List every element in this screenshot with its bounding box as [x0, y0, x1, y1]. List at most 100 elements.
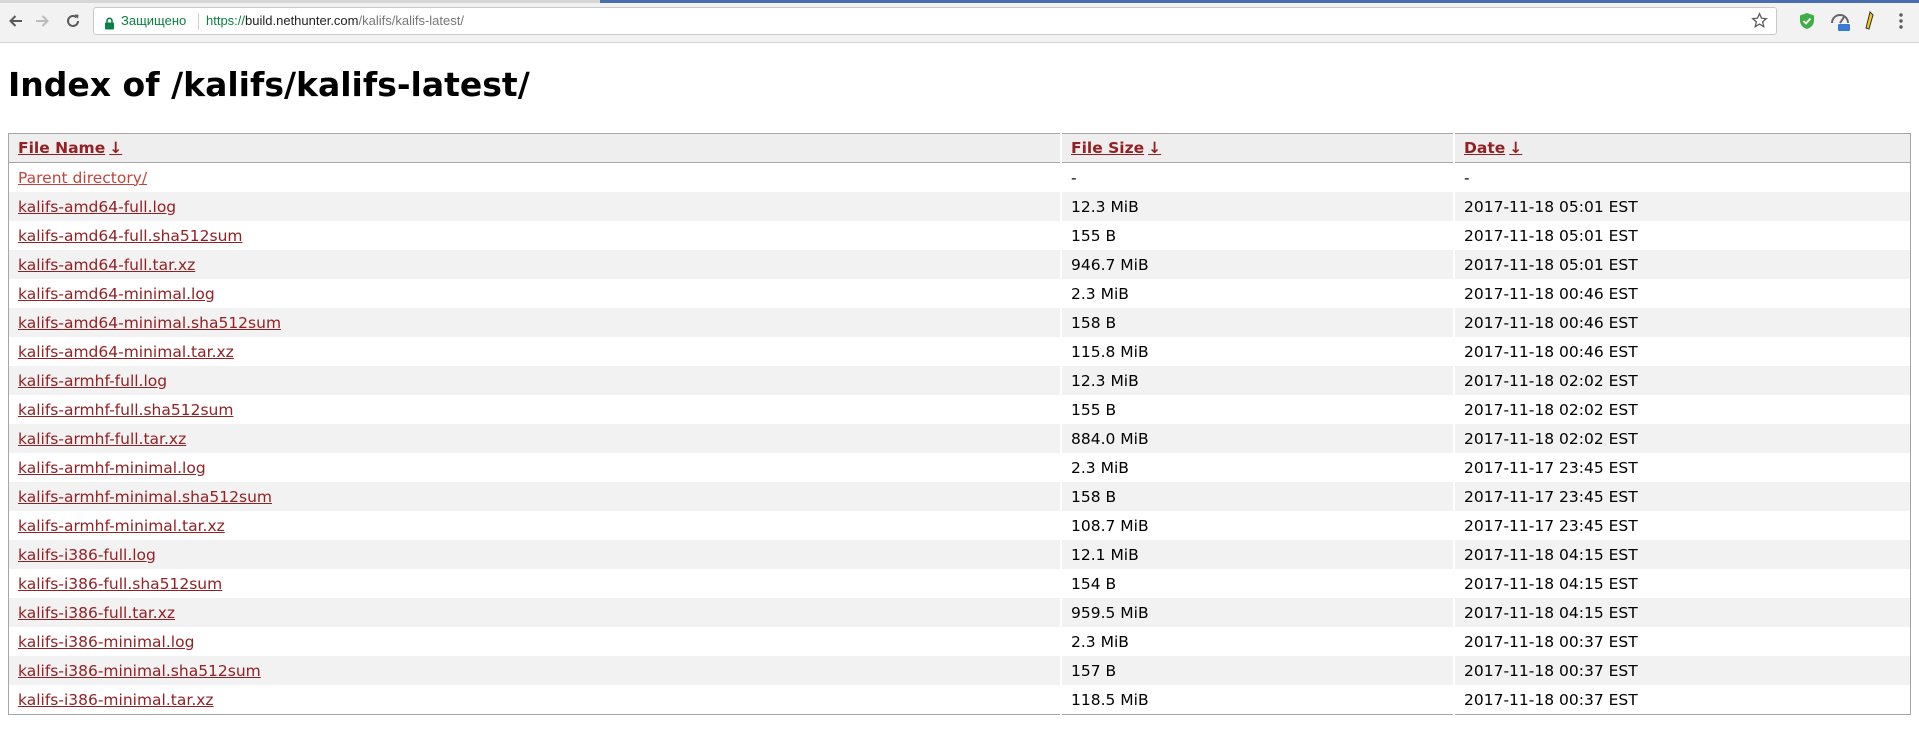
file-link[interactable]: kalifs-i386-full.sha512sum — [18, 575, 222, 593]
file-link[interactable]: kalifs-i386-full.tar.xz — [18, 604, 175, 622]
reload-icon — [67, 14, 79, 27]
forward-button[interactable] — [30, 9, 54, 33]
table-row: kalifs-amd64-minimal.log 2.3 MiB 2017-11-1… — [8, 279, 1911, 308]
page-title: Index of /kalifs/kalifs-latest/ — [8, 65, 530, 104]
date-cell: 2017-11-17 23:45 EST — [1453, 511, 1911, 540]
file-size-cell: 115.8 MiB — [1060, 337, 1454, 366]
file-name-cell: kalifs-amd64-full.log — [8, 192, 1061, 221]
file-name-cell: kalifs-i386-minimal.log — [8, 627, 1061, 656]
file-size-cell: 946.7 MiB — [1060, 250, 1454, 279]
file-link[interactable]: kalifs-armhf-full.log — [18, 372, 167, 390]
file-link[interactable]: kalifs-amd64-minimal.log — [18, 285, 215, 303]
lock-icon[interactable] — [104, 15, 115, 34]
shield-extension-button[interactable] — [1796, 10, 1818, 32]
table-row: kalifs-i386-minimal.log 2.3 MiB 2017-11-18… — [8, 627, 1911, 656]
date-cell: 2017-11-18 04:15 EST — [1453, 540, 1911, 569]
parent-directory-link[interactable]: Parent directory/ — [18, 169, 147, 187]
table-row: kalifs-amd64-full.sha512sum 155 B 2017-11-… — [8, 221, 1911, 250]
date-cell: 2017-11-18 00:46 EST — [1453, 337, 1911, 366]
file-link[interactable]: kalifs-armhf-minimal.sha512sum — [18, 488, 272, 506]
table-row: kalifs-armhf-minimal.sha512sum 158 B 2017-… — [8, 482, 1911, 511]
file-size-cell: 12.1 MiB — [1060, 540, 1454, 569]
table-row: kalifs-i386-minimal.sha512sum 157 B 2017-1… — [8, 656, 1911, 685]
file-name-cell: Parent directory/ — [8, 162, 1061, 192]
column-header-date: Date ↓ — [1453, 133, 1911, 163]
file-link[interactable]: kalifs-armhf-minimal.log — [18, 459, 206, 477]
file-size-cell: 884.0 MiB — [1060, 424, 1454, 453]
menu-icon — [1899, 13, 1903, 29]
sort-arrow-icon: ↓ — [109, 139, 123, 157]
sort-by-name-link[interactable]: File Name ↓ — [18, 139, 122, 157]
file-link[interactable]: kalifs-amd64-minimal.sha512sum — [18, 314, 281, 332]
date-cell: 2017-11-18 04:15 EST — [1453, 569, 1911, 598]
address-bar[interactable]: Защищено https://build.nethunter.com/kal… — [93, 7, 1777, 35]
back-icon — [9, 15, 22, 27]
browser-menu-button[interactable] — [1890, 10, 1912, 32]
file-name-cell: kalifs-i386-minimal.tar.xz — [8, 685, 1061, 715]
file-link[interactable]: kalifs-i386-full.log — [18, 546, 156, 564]
file-name-cell: kalifs-amd64-full.tar.xz — [8, 250, 1061, 279]
table-row: kalifs-i386-minimal.tar.xz 118.5 MiB 2017-… — [8, 685, 1911, 715]
inactive-tab-edge — [0, 0, 600, 3]
table-row: kalifs-amd64-minimal.tar.xz 115.8 MiB 2017… — [8, 337, 1911, 366]
date-cell: 2017-11-18 00:46 EST — [1453, 279, 1911, 308]
shield-extension-icon — [1800, 13, 1814, 29]
date-cell: 2017-11-18 05:01 EST — [1453, 221, 1911, 250]
browser-toolbar: Защищено https://build.nethunter.com/kal… — [0, 0, 1919, 43]
sort-by-date-link[interactable]: Date ↓ — [1464, 139, 1522, 157]
file-name-header-label: File Name — [18, 139, 106, 157]
file-name-cell: kalifs-armhf-minimal.tar.xz — [8, 511, 1061, 540]
table-row: kalifs-amd64-full.tar.xz 946.7 MiB 2017-11… — [8, 250, 1911, 279]
reload-button[interactable] — [61, 9, 85, 33]
table-row: kalifs-amd64-minimal.sha512sum 158 B 2017-… — [8, 308, 1911, 337]
file-link[interactable]: kalifs-i386-minimal.log — [18, 633, 194, 651]
file-link[interactable]: kalifs-armhf-full.tar.xz — [18, 430, 186, 448]
file-size-cell: 155 B — [1060, 395, 1454, 424]
page-content: Index of /kalifs/kalifs-latest/ File Nam… — [0, 43, 1919, 733]
file-size-cell: 158 B — [1060, 482, 1454, 511]
table-row: kalifs-i386-full.log 12.1 MiB 2017-11-18 0… — [8, 540, 1911, 569]
omnibox-separator — [198, 13, 199, 30]
url-text[interactable]: https://build.nethunter.com/kalifs/kalif… — [206, 13, 464, 28]
file-link[interactable]: kalifs-armhf-full.sha512sum — [18, 401, 233, 419]
file-listing-table: File Name ↓ File Size ↓ Date ↓ Parent direc… — [8, 133, 1911, 715]
column-header-file-name: File Name ↓ — [8, 133, 1061, 163]
table-row: kalifs-armhf-full.log 12.3 MiB 2017-11-18 … — [8, 366, 1911, 395]
url-host: build.nethunter.com — [245, 13, 359, 28]
file-size-cell: - — [1060, 162, 1454, 192]
date-cell: 2017-11-18 00:37 EST — [1453, 656, 1911, 685]
url-scheme: https:// — [206, 13, 246, 28]
file-size-cell: 2.3 MiB — [1060, 627, 1454, 656]
file-link[interactable]: kalifs-i386-minimal.sha512sum — [18, 662, 261, 680]
tab-strip — [0, 0, 1919, 3]
date-cell: 2017-11-18 04:15 EST — [1453, 598, 1911, 627]
file-link[interactable]: kalifs-armhf-minimal.tar.xz — [18, 517, 225, 535]
file-name-cell: kalifs-amd64-minimal.log — [8, 279, 1061, 308]
file-name-cell: kalifs-amd64-full.sha512sum — [8, 221, 1061, 250]
table-row: kalifs-amd64-full.log 12.3 MiB 2017-11-18 … — [8, 192, 1911, 221]
date-cell: 2017-11-18 02:02 EST — [1453, 424, 1911, 453]
date-cell: 2017-11-18 00:37 EST — [1453, 685, 1911, 715]
back-button[interactable] — [4, 9, 28, 33]
file-link[interactable]: kalifs-amd64-full.log — [18, 198, 176, 216]
speed-extension-button[interactable] — [1829, 10, 1851, 32]
date-cell: 2017-11-18 05:01 EST — [1453, 250, 1911, 279]
file-link[interactable]: kalifs-amd64-full.sha512sum — [18, 227, 243, 245]
window-title-edge — [600, 0, 1919, 3]
date-cell: - — [1453, 162, 1911, 192]
sort-by-size-link[interactable]: File Size ↓ — [1071, 139, 1161, 157]
table-row: kalifs-armhf-minimal.log 2.3 MiB 2017-11-1… — [8, 453, 1911, 482]
file-link[interactable]: kalifs-i386-minimal.tar.xz — [18, 691, 214, 709]
url-path: /kalifs/kalifs-latest/ — [358, 13, 464, 28]
file-name-cell: kalifs-armhf-minimal.log — [8, 453, 1061, 482]
bookmark-star-button[interactable] — [1751, 12, 1768, 33]
pencil-extension-button[interactable] — [1859, 10, 1881, 32]
file-link[interactable]: kalifs-amd64-full.tar.xz — [18, 256, 195, 274]
file-size-cell: 12.3 MiB — [1060, 366, 1454, 395]
date-header-label: Date — [1464, 139, 1506, 157]
file-name-cell: kalifs-amd64-minimal.sha512sum — [8, 308, 1061, 337]
secure-label[interactable]: Защищено — [121, 13, 186, 28]
file-link[interactable]: kalifs-amd64-minimal.tar.xz — [18, 343, 234, 361]
forward-icon — [36, 15, 49, 27]
table-row: kalifs-armhf-minimal.tar.xz 108.7 MiB 2017… — [8, 511, 1911, 540]
